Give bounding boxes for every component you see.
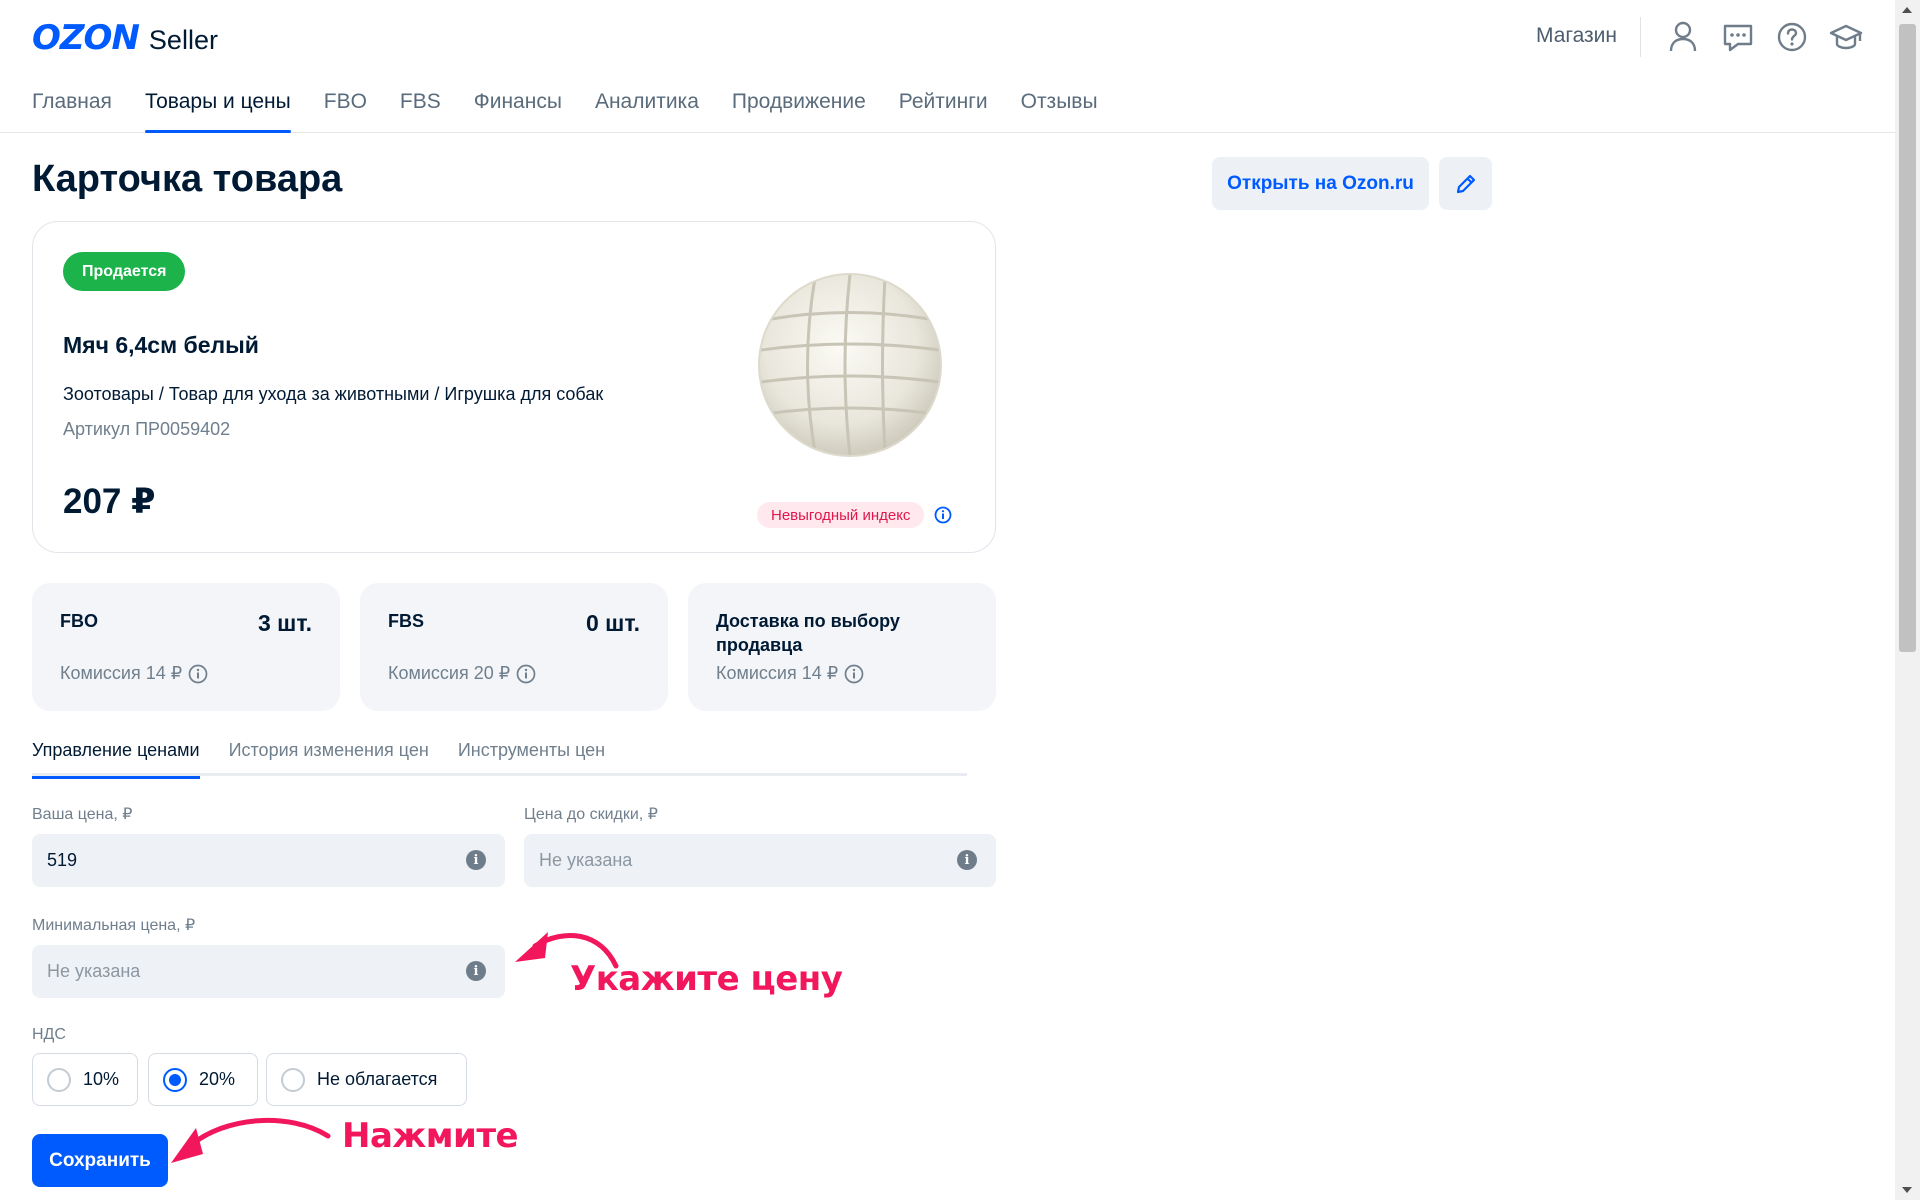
stock-commission: Комиссия 20 ₽ xyxy=(388,663,536,684)
tab-price-history[interactable]: История изменения цен xyxy=(229,726,429,776)
radio-button[interactable] xyxy=(163,1067,187,1092)
product-image[interactable] xyxy=(755,270,945,460)
commission-text: Комиссия 14 ₽ xyxy=(716,663,839,683)
info-icon[interactable] xyxy=(188,664,208,684)
logo-brand: OZON xyxy=(32,18,140,58)
stock-commission: Комиссия 14 ₽ xyxy=(716,663,864,684)
nav-item-promotion[interactable]: Продвижение xyxy=(732,90,866,133)
min-price-label: Минимальная цена, ₽ xyxy=(32,917,196,934)
help-icon[interactable] xyxy=(1775,20,1809,54)
stock-card-fbs: FBS 0 шт. Комиссия 20 ₽ xyxy=(360,583,668,711)
radio-button[interactable] xyxy=(47,1067,71,1092)
nav-item-reviews[interactable]: Отзывы xyxy=(1021,90,1098,133)
stock-quantity: 0 шт. xyxy=(586,610,640,636)
your-price-value: 519 xyxy=(47,850,78,870)
nav-item-fbo[interactable]: FBO xyxy=(324,90,367,133)
info-icon[interactable]: i xyxy=(466,961,486,981)
tab-price-tools[interactable]: Инструменты цен xyxy=(458,726,605,776)
old-price-input[interactable]: Не указана i xyxy=(524,834,996,887)
nav-item-finance[interactable]: Финансы xyxy=(474,90,562,133)
nav-item-fbs[interactable]: FBS xyxy=(400,90,441,133)
vat-option-exempt[interactable]: Не облагается xyxy=(266,1053,467,1106)
vat-option-label: Не облагается xyxy=(317,1069,438,1089)
open-on-ozon-button[interactable]: Открыть на Ozon.ru xyxy=(1212,157,1429,210)
price-tabs: Управление ценами История изменения цен … xyxy=(32,726,967,779)
save-button[interactable]: Сохранить xyxy=(32,1134,168,1187)
header-divider xyxy=(1640,17,1641,57)
stock-card-fbo: FBO 3 шт. Комиссия 14 ₽ xyxy=(32,583,340,711)
old-price-placeholder: Не указана xyxy=(539,850,633,870)
stock-quantity: 3 шт. xyxy=(258,610,312,636)
logo-product: Seller xyxy=(148,25,218,55)
stock-title: FBS xyxy=(388,611,424,631)
user-icon[interactable] xyxy=(1666,20,1700,54)
nav-item-ratings[interactable]: Рейтинги xyxy=(899,90,988,133)
vat-option-20[interactable]: 20% xyxy=(148,1053,258,1106)
price-hint-annotation: Укажите цену xyxy=(570,959,843,999)
product-sku: Артикул ПР0059402 xyxy=(63,419,231,439)
arrow-to-save-icon xyxy=(187,1117,331,1149)
min-price-input[interactable]: Не указана i xyxy=(32,945,505,998)
vat-label: НДС xyxy=(32,1026,66,1043)
nav-item-products-prices[interactable]: Товары и цены xyxy=(144,90,291,133)
product-summary-card: Продается Мяч 6,4см белый Зоотовары / То… xyxy=(32,221,996,553)
product-name: Мяч 6,4см белый xyxy=(63,332,259,358)
info-icon[interactable] xyxy=(844,664,864,684)
page-title: Карточка товара xyxy=(32,158,343,200)
status-badge: Продается xyxy=(63,252,186,291)
info-icon[interactable] xyxy=(934,506,952,524)
info-icon[interactable] xyxy=(516,664,536,684)
shop-selector[interactable]: Магазин xyxy=(1536,24,1617,48)
your-price-input[interactable]: 519 i xyxy=(32,834,505,887)
stock-title: FBO xyxy=(60,611,98,631)
click-hint-annotation: Нажмите xyxy=(342,1116,519,1156)
scroll-thumb[interactable] xyxy=(1899,24,1916,652)
education-icon[interactable] xyxy=(1829,20,1863,54)
ozon-seller-logo[interactable]: OZON Seller xyxy=(32,18,218,58)
arrow-head-save-icon xyxy=(171,1128,203,1163)
old-price-label: Цена до скидки, ₽ xyxy=(524,806,658,823)
arrow-head-price-icon xyxy=(515,932,548,962)
stock-commission: Комиссия 14 ₽ xyxy=(60,663,208,684)
product-category: Зоотовары / Товар для ухода за животными… xyxy=(63,384,604,404)
stock-card-seller-delivery: Доставка по выбору продавца Комиссия 14 … xyxy=(688,583,996,711)
nav-item-analytics[interactable]: Аналитика xyxy=(595,90,699,133)
tab-price-management[interactable]: Управление ценами xyxy=(32,726,200,779)
your-price-label: Ваша цена, ₽ xyxy=(32,806,133,823)
nav-item-home[interactable]: Главная xyxy=(32,90,112,133)
product-price: 207 ₽ xyxy=(63,482,156,521)
chat-icon[interactable] xyxy=(1721,20,1755,54)
commission-text: Комиссия 14 ₽ xyxy=(60,663,183,683)
vat-option-10[interactable]: 10% xyxy=(32,1053,138,1106)
top-header: OZON Seller Магазин Главная Товары и цен… xyxy=(0,0,1895,133)
min-price-placeholder: Не указана xyxy=(47,961,141,981)
scroll-up-arrow-icon[interactable] xyxy=(1902,7,1912,13)
stock-title: Доставка по выбору продавца xyxy=(716,611,900,655)
price-index-badge[interactable]: Невыгодный индекс xyxy=(757,502,925,528)
vat-option-label: 20% xyxy=(199,1069,236,1089)
commission-text: Комиссия 20 ₽ xyxy=(388,663,511,683)
page-scrollbar[interactable] xyxy=(1895,0,1920,1200)
edit-button[interactable] xyxy=(1439,157,1492,210)
info-icon[interactable]: i xyxy=(466,850,486,870)
scroll-down-arrow-icon[interactable] xyxy=(1902,1187,1912,1193)
main-nav: Главная Товары и цены FBO FBS Финансы Ан… xyxy=(32,90,1098,133)
radio-button[interactable] xyxy=(281,1067,305,1092)
pencil-icon xyxy=(1456,174,1475,193)
info-icon[interactable]: i xyxy=(957,850,977,870)
vat-option-label: 10% xyxy=(83,1069,120,1089)
